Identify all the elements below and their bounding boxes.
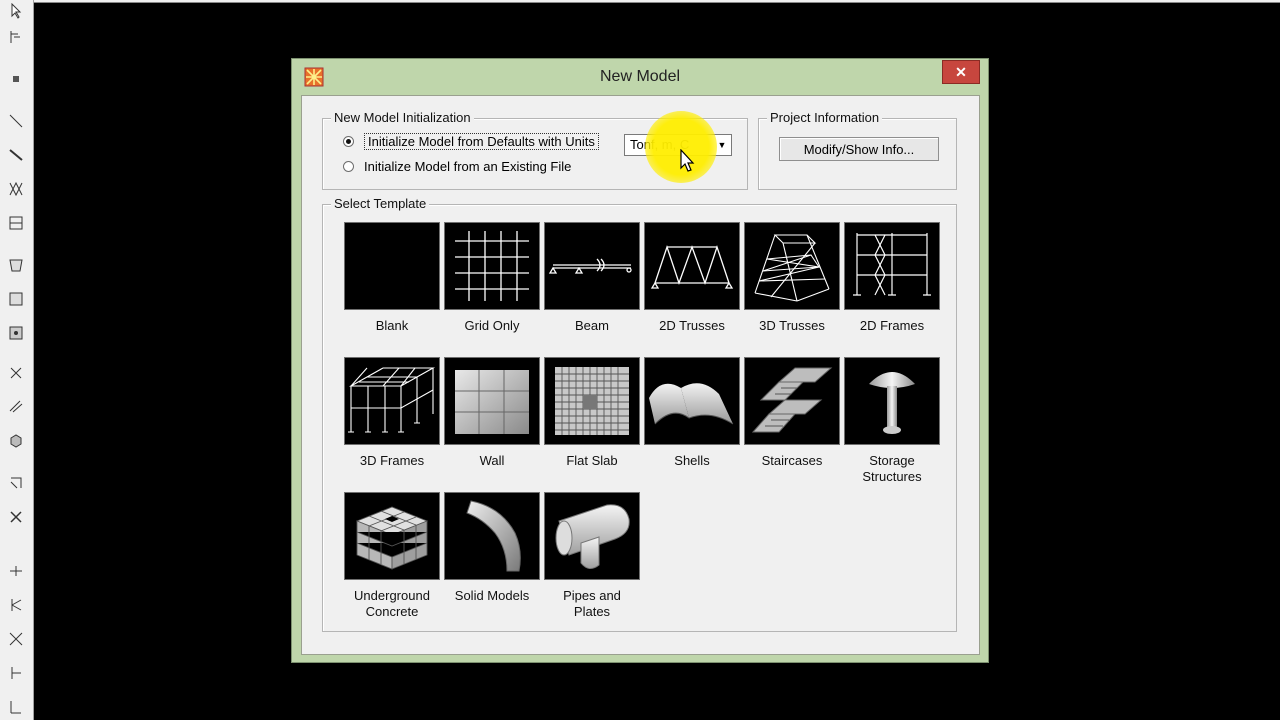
special-joint-icon[interactable] bbox=[5, 506, 27, 528]
pipe-plate-icon[interactable] bbox=[544, 492, 640, 580]
snap-line-icon[interactable] bbox=[5, 696, 27, 718]
3d-truss-icon[interactable] bbox=[744, 222, 840, 310]
init-existing-file-option[interactable]: Initialize Model from an Existing File bbox=[343, 159, 571, 174]
template-storage-structures[interactable]: Storage Structures bbox=[844, 357, 940, 485]
model-initialization-legend: New Model Initialization bbox=[331, 110, 474, 125]
template-blank[interactable]: Blank bbox=[344, 222, 440, 334]
left-toolbar bbox=[0, 0, 34, 720]
template-label: 2D Trusses bbox=[659, 318, 725, 333]
grid-icon[interactable] bbox=[444, 222, 540, 310]
new-model-dialog: New Model ✕ New Model Initialization Ini… bbox=[291, 58, 989, 663]
quick-frame-icon[interactable] bbox=[5, 144, 27, 166]
template-2d-trusses[interactable]: 2D Trusses bbox=[644, 222, 740, 334]
template-label: 3D Trusses bbox=[759, 318, 825, 333]
select-template-group: Select Template Blank Grid Only Beam 2D … bbox=[322, 196, 957, 632]
solid-model-icon[interactable] bbox=[444, 492, 540, 580]
template-2d-frames[interactable]: 2D Frames bbox=[844, 222, 940, 334]
draw-link-icon[interactable] bbox=[5, 362, 27, 384]
draw-solid-icon[interactable] bbox=[5, 430, 27, 452]
template-label: 2D Frames bbox=[859, 318, 925, 333]
snap-perpendicular-icon[interactable] bbox=[5, 662, 27, 684]
init-defaults-option[interactable]: Initialize Model from Defaults with Unit… bbox=[343, 133, 599, 150]
template-pipes-and-plates[interactable]: Pipes and Plates bbox=[544, 492, 640, 620]
3d-frame-icon[interactable] bbox=[344, 357, 440, 445]
brace-icon[interactable] bbox=[5, 178, 27, 200]
draw-poly-area-icon[interactable] bbox=[5, 254, 27, 276]
template-flat-slab[interactable]: Flat Slab bbox=[544, 357, 640, 469]
quick-area-icon[interactable] bbox=[5, 322, 27, 344]
underground-concrete-icon[interactable] bbox=[344, 492, 440, 580]
joint-icon[interactable] bbox=[5, 68, 27, 90]
dialog-title: New Model bbox=[599, 68, 681, 85]
template-wall[interactable]: Wall bbox=[444, 357, 540, 469]
draw-section-cut-icon[interactable] bbox=[5, 472, 27, 494]
pointer-icon[interactable] bbox=[5, 0, 27, 22]
template-label: Grid Only bbox=[464, 318, 520, 333]
template-3d-frames[interactable]: 3D Frames bbox=[344, 357, 440, 469]
2d-truss-icon[interactable] bbox=[644, 222, 740, 310]
draw-tendon-icon[interactable] bbox=[5, 396, 27, 418]
draw-rect-area-icon[interactable] bbox=[5, 288, 27, 310]
template-solid-models[interactable]: Solid Models bbox=[444, 492, 540, 604]
project-information-group: Project Information Modify/Show Info... bbox=[758, 110, 957, 190]
wall-icon[interactable] bbox=[444, 357, 540, 445]
blank-icon[interactable] bbox=[344, 222, 440, 310]
template-label: Underground Concrete bbox=[354, 588, 430, 619]
template-3d-trusses[interactable]: 3D Trusses bbox=[744, 222, 840, 334]
template-label: Blank bbox=[375, 318, 409, 333]
modify-show-info-button[interactable]: Modify/Show Info... bbox=[779, 137, 939, 161]
secondary-beam-icon[interactable] bbox=[5, 212, 27, 234]
template-label: Beam bbox=[575, 318, 609, 333]
snap-joint-icon[interactable] bbox=[5, 560, 27, 582]
dropdown-arrow-icon[interactable]: ▼ bbox=[713, 135, 731, 155]
template-label: Flat Slab bbox=[566, 453, 618, 468]
units-dropdown[interactable]: Tonf, m, C ▼ bbox=[624, 134, 732, 156]
beam-icon[interactable] bbox=[544, 222, 640, 310]
template-staircases[interactable]: Staircases bbox=[744, 357, 840, 469]
template-grid-only[interactable]: Grid Only bbox=[444, 222, 540, 334]
flat-slab-icon[interactable] bbox=[544, 357, 640, 445]
template-label: Shells bbox=[674, 453, 710, 468]
shell-icon[interactable] bbox=[644, 357, 740, 445]
init-existing-file-radio[interactable] bbox=[343, 161, 354, 172]
template-shells[interactable]: Shells bbox=[644, 357, 740, 469]
window-top-edge bbox=[34, 0, 1280, 3]
select-template-legend: Select Template bbox=[331, 196, 430, 211]
2d-frame-icon[interactable] bbox=[844, 222, 940, 310]
init-existing-file-label[interactable]: Initialize Model from an Existing File bbox=[364, 159, 571, 174]
dialog-client-area: New Model Initialization Initialize Mode… bbox=[301, 95, 980, 655]
dialog-titlebar[interactable]: New Model ✕ bbox=[292, 59, 988, 93]
staircase-icon[interactable] bbox=[744, 357, 840, 445]
template-label: Pipes and Plates bbox=[563, 588, 621, 619]
init-defaults-label[interactable]: Initialize Model from Defaults with Unit… bbox=[364, 133, 599, 150]
draw-frame-icon[interactable] bbox=[5, 110, 27, 132]
template-underground-concrete[interactable]: Underground Concrete bbox=[344, 492, 440, 620]
snap-end-icon[interactable] bbox=[5, 594, 27, 616]
template-label: Solid Models bbox=[454, 588, 530, 603]
template-label: 3D Frames bbox=[359, 453, 425, 468]
template-label: Staircases bbox=[761, 453, 823, 468]
template-label: Storage Structures bbox=[862, 453, 922, 484]
template-label: Wall bbox=[479, 453, 505, 468]
project-information-legend: Project Information bbox=[767, 110, 883, 125]
storage-structure-icon[interactable] bbox=[844, 357, 940, 445]
mouse-cursor-icon bbox=[680, 148, 696, 176]
template-beam[interactable]: Beam bbox=[544, 222, 640, 334]
close-button[interactable]: ✕ bbox=[942, 60, 980, 84]
reshape-icon[interactable] bbox=[5, 26, 27, 48]
snap-intersection-icon[interactable] bbox=[5, 628, 27, 650]
init-defaults-radio[interactable] bbox=[343, 136, 354, 147]
